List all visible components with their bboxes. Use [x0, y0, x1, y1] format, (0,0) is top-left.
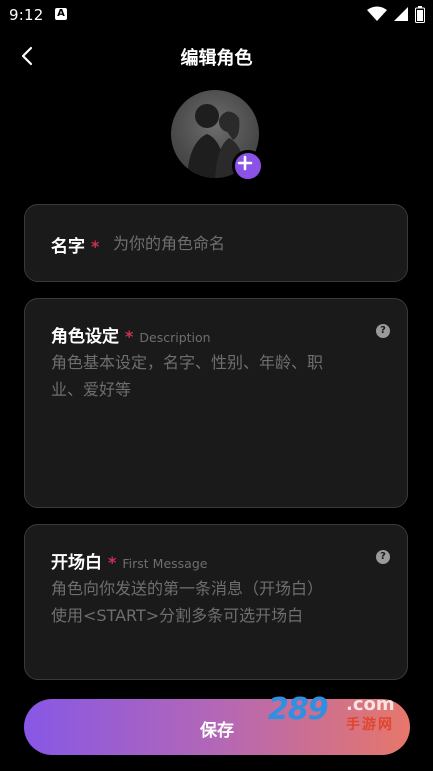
- question-icon[interactable]: ?: [376, 324, 390, 338]
- plus-icon: [237, 155, 253, 171]
- signal-icon: [394, 7, 408, 21]
- name-input[interactable]: 为你的角色命名: [113, 230, 225, 257]
- description-placeholder-line2: 业、爱好等: [51, 380, 132, 399]
- first-message-placeholder-line2: 使用<START>分割多条可选开场白: [51, 606, 304, 625]
- status-time: 9:12: [9, 6, 44, 24]
- description-field[interactable]: 角色设定 * Description ? 角色基本设定，名字、性别、年龄、职 业、爱…: [24, 298, 408, 508]
- first-message-input[interactable]: 角色向你发送的第一条消息（开场白） 使用<START>分割多条可选开场白: [51, 575, 323, 629]
- first-message-label: 开场白 * First Message: [51, 548, 207, 573]
- watermark-text: 手游网: [346, 717, 394, 733]
- description-label-text: 角色设定: [51, 327, 119, 347]
- required-mark: *: [108, 553, 117, 572]
- name-label-text: 名字: [51, 237, 85, 257]
- wifi-icon: [367, 6, 387, 21]
- app-header: 编辑角色: [0, 38, 433, 74]
- status-bar: 9:12 A: [0, 0, 433, 30]
- first-message-label-text: 开场白: [51, 553, 102, 573]
- description-input[interactable]: 角色基本设定，名字、性别、年龄、职 业、爱好等: [51, 349, 323, 403]
- description-label: 角色设定 * Description: [51, 322, 211, 347]
- question-icon[interactable]: ?: [376, 550, 390, 564]
- name-field[interactable]: 名字 * 为你的角色命名: [24, 204, 408, 282]
- status-icons: [367, 5, 425, 23]
- description-sublabel: Description: [139, 330, 211, 345]
- first-message-sublabel: First Message: [122, 556, 208, 571]
- description-placeholder-line1: 角色基本设定，名字、性别、年龄、职: [51, 353, 324, 372]
- required-mark: *: [91, 237, 100, 256]
- add-avatar-button[interactable]: [232, 150, 264, 182]
- first-message-field[interactable]: 开场白 * First Message ? 角色向你发送的第一条消息（开场白） 使用…: [24, 524, 408, 680]
- name-label: 名字 *: [51, 232, 99, 257]
- app-notification-icon: A: [55, 8, 67, 20]
- page-title: 编辑角色: [180, 48, 253, 69]
- watermark-logo: 289 .com 手游网: [268, 692, 418, 736]
- first-message-placeholder-line1: 角色向你发送的第一条消息（开场白）: [51, 579, 324, 598]
- required-mark: *: [125, 327, 134, 346]
- battery-icon: [415, 5, 425, 23]
- avatar-container[interactable]: [171, 90, 264, 182]
- watermark-number: 289: [268, 692, 329, 727]
- watermark-suffix: .com: [346, 694, 395, 715]
